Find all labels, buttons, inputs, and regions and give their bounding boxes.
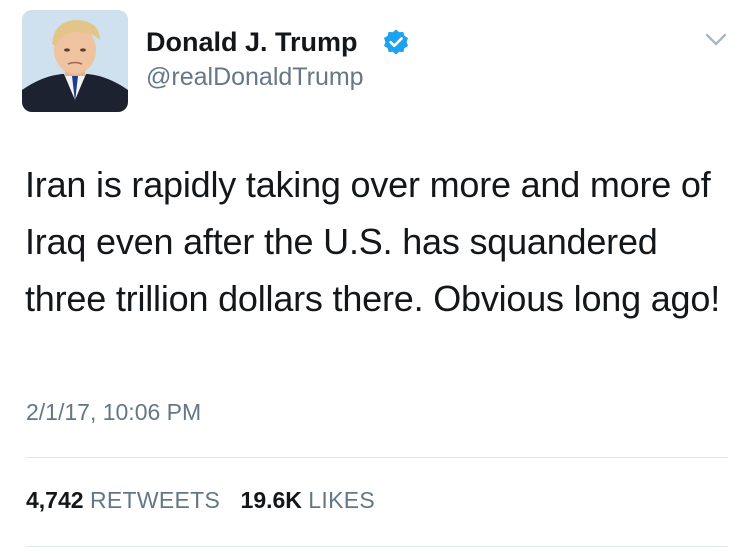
likes-count: 19.6K [240, 487, 302, 513]
likes-stat[interactable]: 19.6K LIKES [241, 486, 375, 514]
retweets-stat[interactable]: 4,742 RETWEETS [26, 486, 220, 514]
retweets-label: RETWEETS [89, 487, 221, 513]
display-name[interactable]: Donald J. Trump [146, 26, 358, 58]
divider [26, 546, 728, 547]
profile-photo-icon [22, 10, 128, 112]
tweet-text: Iran is rapidly taking over more and mor… [25, 164, 720, 319]
retweets-count: 4,742 [26, 487, 84, 513]
divider [26, 457, 728, 458]
verified-badge-icon [384, 29, 408, 55]
tweet-stats: 4,742 RETWEETS 19.6K LIKES [26, 486, 389, 514]
tweet-timestamp[interactable]: 2/1/17, 10:06 PM [26, 398, 201, 426]
likes-label: LIKES [308, 487, 376, 513]
user-handle[interactable]: @realDonaldTrump [146, 62, 364, 92]
avatar[interactable] [22, 10, 128, 112]
chevron-down-icon[interactable] [705, 33, 727, 47]
